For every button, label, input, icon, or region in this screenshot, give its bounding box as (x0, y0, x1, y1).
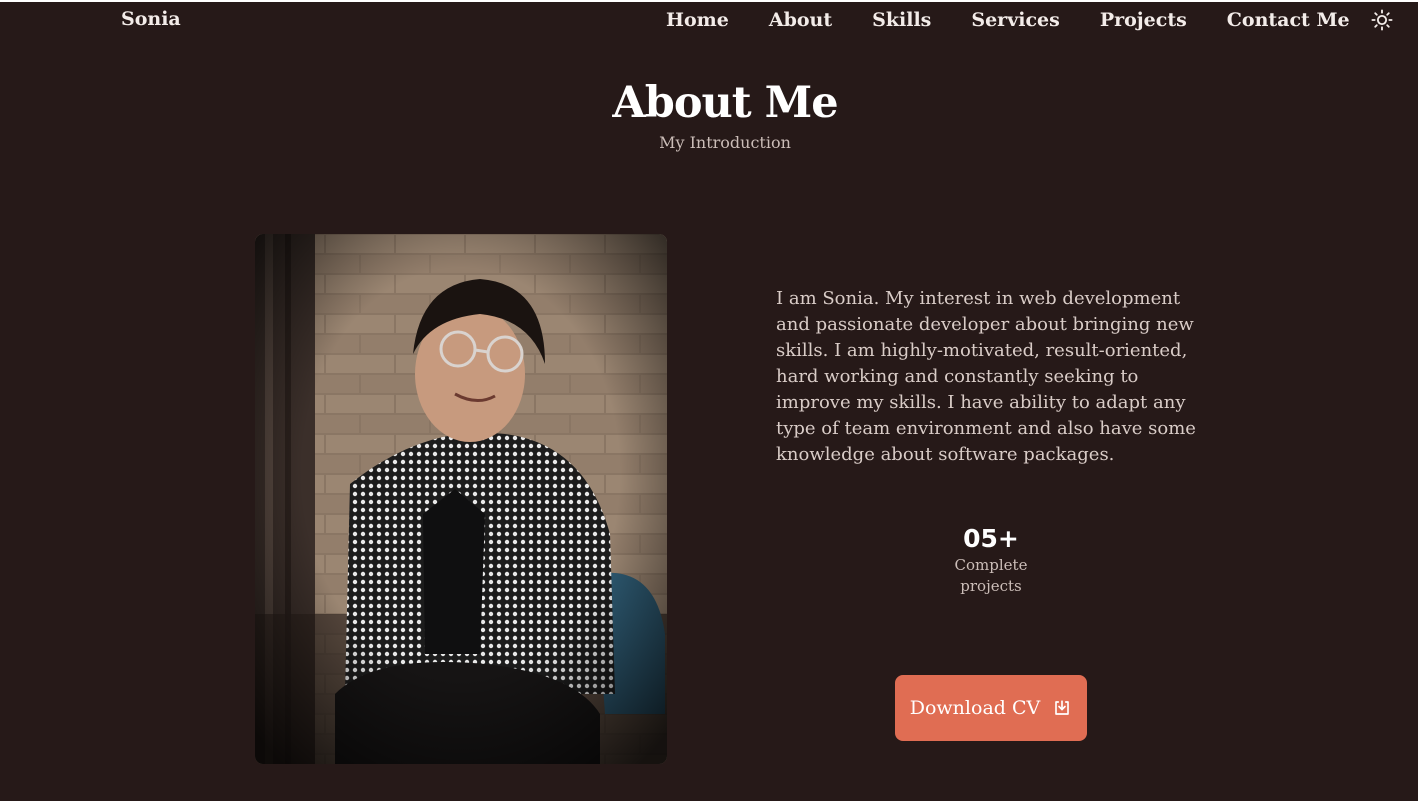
site-logo[interactable]: Sonia (121, 8, 181, 30)
about-description: I am Sonia. My interest in web developme… (776, 288, 1196, 465)
download-icon (1052, 698, 1072, 718)
stat-number: 05+ (963, 524, 1019, 553)
nav-about[interactable]: About (769, 9, 832, 31)
section-subtitle: My Introduction (659, 133, 791, 152)
stat-label: Complete projects (954, 556, 1028, 595)
nav-links: Home About Skills Services Projects Cont… (666, 8, 1394, 32)
download-cv-label: Download CV (909, 697, 1041, 719)
nav-contact[interactable]: Contact Me (1227, 9, 1350, 31)
nav-skills[interactable]: Skills (872, 9, 931, 31)
sun-icon[interactable] (1370, 8, 1394, 32)
nav-projects[interactable]: Projects (1100, 9, 1187, 31)
stat-projects: 05+ Complete projects (940, 524, 1042, 597)
download-cv-button[interactable]: Download CV (895, 675, 1087, 741)
nav-services[interactable]: Services (971, 9, 1059, 31)
nav-home[interactable]: Home (666, 9, 729, 31)
section-title: About Me (612, 78, 838, 128)
navbar: Sonia Home About Skills Services Project… (0, 2, 1418, 36)
portrait-photo (255, 234, 667, 764)
